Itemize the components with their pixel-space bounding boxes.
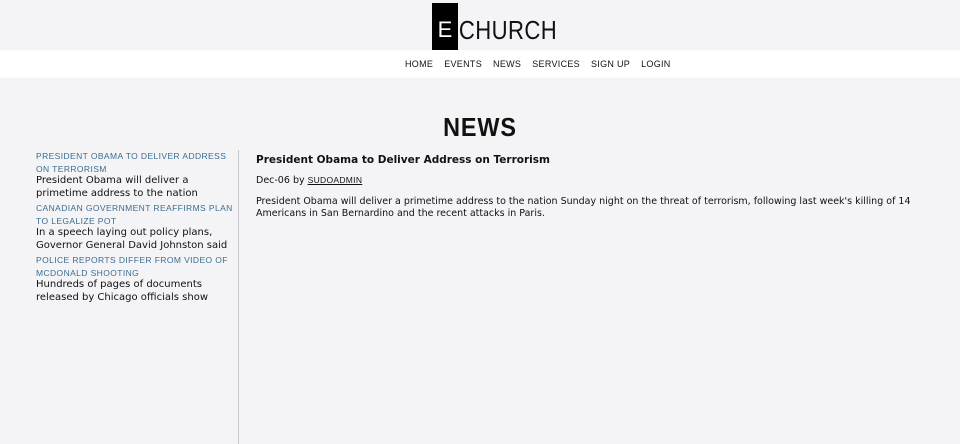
- main-nav: HOME EVENTS NEWS SERVICES SIGN UP LOGIN: [0, 50, 960, 78]
- logo-letter-box: E: [432, 3, 458, 57]
- article-date: Dec-06: [256, 175, 290, 186]
- header: E CHURCH: [0, 0, 960, 57]
- sidebar-news-snippet: President Obama will deliver a primetime…: [36, 175, 198, 199]
- nav-item-home[interactable]: HOME: [405, 59, 433, 69]
- nav-item-services[interactable]: SERVICES: [532, 59, 580, 69]
- sidebar-news-item: PRESIDENT OBAMA TO DELIVER ADDRESS ON TE…: [36, 150, 236, 200]
- article-by: by: [292, 175, 305, 186]
- article-author-link[interactable]: SUDOADMIN: [308, 175, 363, 185]
- page-title: NEWS: [443, 112, 517, 142]
- nav-item-sign-up[interactable]: SIGN UP: [591, 59, 630, 69]
- sidebar-news-title-link[interactable]: POLICE REPORTS DIFFER FROM VIDEO OF MCDO…: [36, 254, 236, 279]
- article-meta: Dec-06 by SUDOADMIN: [256, 175, 946, 186]
- sidebar-news-snippet: Hundreds of pages of documents released …: [36, 279, 209, 303]
- article: President Obama to Deliver Address on Te…: [256, 154, 946, 220]
- logo-letter: E: [437, 17, 453, 42]
- nav-item-login[interactable]: LOGIN: [641, 59, 671, 69]
- news-sidebar: PRESIDENT OBAMA TO DELIVER ADDRESS ON TE…: [36, 150, 236, 306]
- sidebar-news-title-link[interactable]: PRESIDENT OBAMA TO DELIVER ADDRESS ON TE…: [36, 150, 236, 175]
- column-divider: [238, 150, 239, 444]
- logo-text: CHURCH: [458, 14, 558, 45]
- nav-item-events[interactable]: EVENTS: [444, 59, 482, 69]
- sidebar-news-snippet: In a speech laying out policy plans, Gov…: [36, 227, 228, 251]
- sidebar-news-title-link[interactable]: CANADIAN GOVERNMENT REAFFIRMS PLAN TO LE…: [36, 202, 236, 227]
- sidebar-news-item: POLICE REPORTS DIFFER FROM VIDEO OF MCDO…: [36, 254, 236, 304]
- sidebar-news-item: CANADIAN GOVERNMENT REAFFIRMS PLAN TO LE…: [36, 202, 236, 252]
- nav-list: HOME EVENTS NEWS SERVICES SIGN UP LOGIN: [405, 50, 682, 78]
- site-logo[interactable]: E CHURCH: [432, 3, 575, 57]
- article-body: President Obama will deliver a primetime…: [256, 196, 911, 219]
- article-title: President Obama to Deliver Address on Te…: [256, 154, 550, 166]
- nav-item-news[interactable]: NEWS: [493, 59, 521, 69]
